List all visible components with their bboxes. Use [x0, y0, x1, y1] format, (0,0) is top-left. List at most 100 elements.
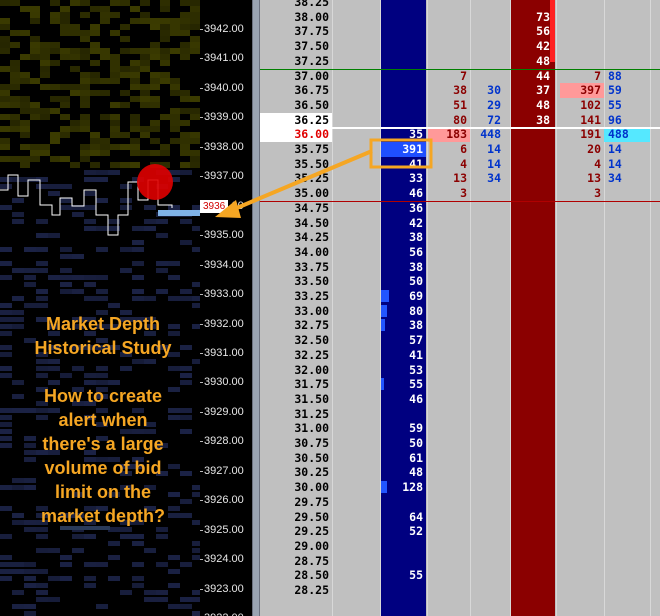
ask-trade-cell[interactable] — [604, 318, 650, 333]
bid-trade-cell[interactable] — [470, 274, 504, 289]
bid-volume-cell[interactable] — [428, 54, 470, 69]
bid-volume-cell[interactable] — [428, 480, 470, 495]
bid-trade-cell[interactable] — [470, 260, 504, 275]
ask-volume-cell[interactable] — [560, 274, 604, 289]
bid-trade-cell[interactable] — [470, 451, 504, 466]
bid-volume-cell[interactable] — [428, 554, 470, 569]
bid-size-cell[interactable]: 35 — [381, 127, 426, 142]
ask-trade-cell[interactable]: 14 — [604, 157, 650, 172]
ladder-row[interactable]: 36.75 38 30 37 397 59 — [260, 83, 660, 98]
ladder-row[interactable]: 38.00 73 — [260, 10, 660, 25]
bid-volume-cell[interactable]: 6 — [428, 142, 470, 157]
bid-size-cell[interactable]: 56 — [381, 245, 426, 260]
bid-trade-cell[interactable] — [470, 201, 504, 216]
ladder-row[interactable]: 33.50 50 — [260, 274, 660, 289]
bid-size-cell[interactable] — [381, 113, 426, 128]
ask-volume-cell[interactable]: 13 — [560, 171, 604, 186]
ask-size-cell[interactable] — [511, 245, 555, 260]
ask-trade-cell[interactable] — [604, 495, 650, 510]
ask-volume-cell[interactable] — [560, 24, 604, 39]
ask-trade-cell[interactable] — [604, 583, 650, 598]
bid-size-cell[interactable]: 42 — [381, 216, 426, 231]
bid-size-cell[interactable]: 41 — [381, 157, 426, 172]
bid-size-cell[interactable]: 55 — [381, 568, 426, 583]
ask-volume-cell[interactable] — [560, 230, 604, 245]
ask-volume-cell[interactable]: 7 — [560, 69, 604, 84]
bid-trade-cell[interactable] — [470, 24, 504, 39]
ask-trade-cell[interactable] — [604, 39, 650, 54]
ladder-row[interactable]: 33.00 80 — [260, 304, 660, 319]
bid-size-cell[interactable]: 80 — [381, 304, 426, 319]
ask-volume-cell[interactable]: 397 — [560, 83, 604, 98]
ask-size-cell[interactable] — [511, 465, 555, 480]
ask-size-cell[interactable] — [511, 524, 555, 539]
ask-size-cell[interactable] — [511, 186, 555, 201]
ask-trade-cell[interactable] — [604, 289, 650, 304]
ask-size-cell[interactable] — [511, 377, 555, 392]
bid-size-cell[interactable]: 391 — [381, 142, 426, 157]
ask-trade-cell[interactable] — [604, 465, 650, 480]
bid-size-cell[interactable] — [381, 54, 426, 69]
bid-trade-cell[interactable] — [470, 465, 504, 480]
ask-trade-cell[interactable] — [604, 524, 650, 539]
bid-volume-cell[interactable]: 7 — [428, 69, 470, 84]
ask-size-cell[interactable] — [511, 142, 555, 157]
bid-volume-cell[interactable] — [428, 510, 470, 525]
ladder-row[interactable]: 37.50 42 — [260, 39, 660, 54]
bid-size-cell[interactable]: 52 — [381, 524, 426, 539]
ask-size-cell[interactable]: 37 — [511, 83, 555, 98]
bid-volume-cell[interactable]: 38 — [428, 83, 470, 98]
ask-volume-cell[interactable] — [560, 348, 604, 363]
bid-volume-cell[interactable] — [428, 524, 470, 539]
ask-size-cell[interactable] — [511, 348, 555, 363]
bid-volume-cell[interactable]: 183 — [428, 127, 470, 142]
ask-size-cell[interactable] — [511, 318, 555, 333]
ask-volume-cell[interactable] — [560, 54, 604, 69]
bid-volume-cell[interactable] — [428, 245, 470, 260]
bid-trade-cell[interactable] — [470, 69, 504, 84]
bid-volume-cell[interactable] — [428, 451, 470, 466]
bid-size-cell[interactable]: 57 — [381, 333, 426, 348]
ask-trade-cell[interactable] — [604, 348, 650, 363]
bid-size-cell[interactable]: 53 — [381, 363, 426, 378]
bid-size-cell[interactable]: 48 — [381, 465, 426, 480]
bid-trade-cell[interactable] — [470, 568, 504, 583]
ask-volume-cell[interactable] — [560, 39, 604, 54]
ladder-row[interactable]: 29.00 — [260, 539, 660, 554]
bid-trade-cell[interactable]: 14 — [470, 157, 504, 172]
ask-trade-cell[interactable] — [604, 392, 650, 407]
ladder-row[interactable]: 32.50 57 — [260, 333, 660, 348]
ask-trade-cell[interactable] — [604, 554, 650, 569]
ladder-row[interactable]: 36.25 80 72 38 141 96 — [260, 112, 660, 128]
bid-trade-cell[interactable] — [470, 333, 504, 348]
bid-volume-cell[interactable] — [428, 539, 470, 554]
ask-trade-cell[interactable] — [604, 421, 650, 436]
ladder-row[interactable]: 30.00 128 — [260, 480, 660, 495]
bid-volume-cell[interactable] — [428, 333, 470, 348]
bid-trade-cell[interactable] — [470, 186, 504, 201]
ask-size-cell[interactable] — [511, 216, 555, 231]
bid-volume-cell[interactable] — [428, 274, 470, 289]
ask-trade-cell[interactable] — [604, 363, 650, 378]
bid-volume-cell[interactable] — [428, 24, 470, 39]
ask-volume-cell[interactable] — [560, 304, 604, 319]
ask-volume-cell[interactable] — [560, 480, 604, 495]
bid-trade-cell[interactable]: 448 — [470, 127, 504, 142]
ladder-row[interactable]: 29.25 52 — [260, 524, 660, 539]
bid-size-cell[interactable]: 128 — [381, 480, 426, 495]
ask-size-cell[interactable] — [511, 495, 555, 510]
ask-volume-cell[interactable] — [560, 451, 604, 466]
bid-size-cell[interactable] — [381, 583, 426, 598]
depth-of-market-ladder[interactable]: 38.25 38.00 73 37.75 56 37.50 42 37.25 48 37.00 7 4… — [260, 0, 660, 616]
ask-size-cell[interactable] — [511, 583, 555, 598]
bid-trade-cell[interactable] — [470, 392, 504, 407]
ask-trade-cell[interactable] — [604, 0, 650, 10]
bid-volume-cell[interactable] — [428, 10, 470, 25]
ladder-row[interactable]: 34.50 42 — [260, 216, 660, 231]
bid-trade-cell[interactable] — [470, 510, 504, 525]
ask-volume-cell[interactable] — [560, 421, 604, 436]
bid-volume-cell[interactable] — [428, 201, 470, 216]
ladder-row[interactable]: 29.50 64 — [260, 510, 660, 525]
ladder-row[interactable]: 29.75 — [260, 495, 660, 510]
bid-size-cell[interactable]: 61 — [381, 451, 426, 466]
